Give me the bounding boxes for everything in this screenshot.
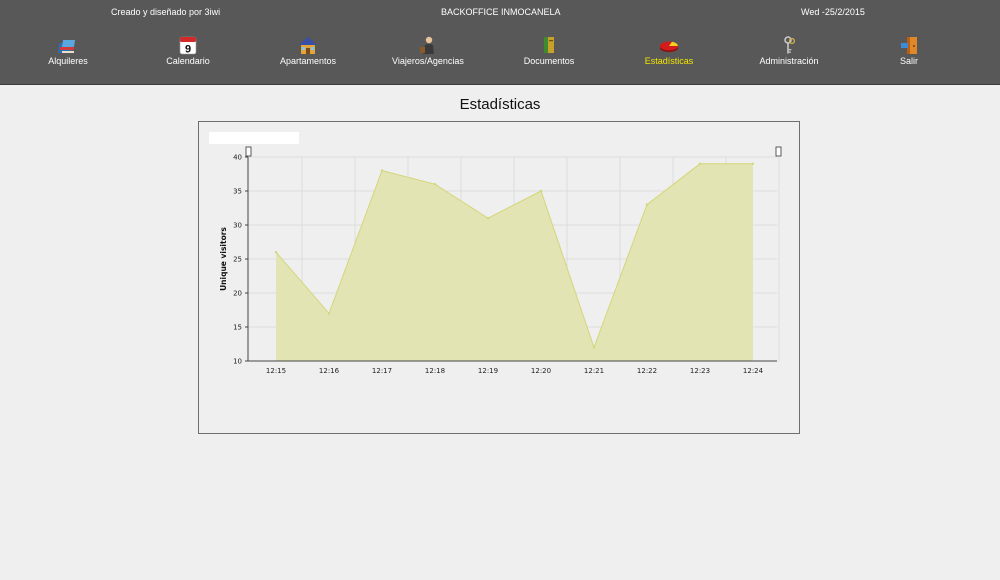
- nav-item-estadisticas[interactable]: Estadísticas: [609, 35, 729, 66]
- nav-label: Alquileres: [48, 56, 88, 66]
- data-point: [274, 251, 278, 254]
- calendar-day: 9: [185, 44, 191, 56]
- nav-label: Calendario: [166, 56, 210, 66]
- top-bar: Creado y diseñado por 3iwi BACKOFFICE IN…: [0, 0, 1000, 85]
- x-tick-label: 12:17: [372, 367, 392, 375]
- nav-label: Estadísticas: [644, 56, 694, 66]
- data-point: [433, 183, 437, 186]
- zoom-handle-left[interactable]: [245, 146, 252, 157]
- y-tick-label: 35: [233, 188, 242, 196]
- data-point: [486, 217, 490, 220]
- nav-item-calendario[interactable]: 9 Calendario: [128, 35, 248, 66]
- data-point: [380, 169, 384, 172]
- calendar-icon: 9: [179, 36, 197, 56]
- app-title: BACKOFFICE INMOCANELA: [441, 7, 561, 17]
- nav-label: Viajeros/Agencias: [392, 56, 464, 66]
- nav-item-apartamentos[interactable]: Apartamentos: [248, 35, 368, 66]
- page-title: Estadísticas: [459, 96, 541, 113]
- nav-item-alquileres[interactable]: Alquileres: [8, 35, 128, 66]
- y-axis-label: Unique visitors: [219, 227, 228, 291]
- nav-item-salir[interactable]: Salir: [849, 35, 969, 66]
- nav-item-administracion[interactable]: Administración: [729, 35, 849, 66]
- x-tick-label: 12:19: [478, 367, 498, 375]
- traveler-icon: [420, 36, 434, 54]
- document-icon: [544, 37, 554, 53]
- keys-icon: [784, 36, 796, 54]
- y-tick-label: 10: [233, 358, 242, 366]
- x-tick-label: 12:20: [531, 367, 551, 375]
- y-tick-label: 40: [233, 154, 242, 162]
- nav-label: Administración: [759, 56, 819, 66]
- data-point: [539, 189, 543, 193]
- books-icon: [57, 40, 76, 53]
- nav-item-viajeros-agencias[interactable]: Viajeros/Agencias: [368, 35, 488, 66]
- nav-label: Apartamentos: [279, 56, 337, 66]
- x-tick-label: 12:23: [690, 367, 710, 375]
- nav-label: Documentos: [523, 56, 575, 66]
- chart-panel: 10 15 20 25 30 35 40 12:15 12:16 12:17 12:18 12:19 1…: [198, 121, 800, 434]
- y-tick-label: 20: [233, 290, 242, 298]
- data-point: [698, 162, 702, 165]
- data-point: [751, 162, 755, 165]
- exit-door-icon: [901, 37, 917, 54]
- nav-item-documentos[interactable]: Documentos: [489, 35, 609, 66]
- y-tick-label: 25: [233, 256, 242, 264]
- x-tick-label: 12:15: [266, 367, 286, 375]
- data-point: [645, 203, 649, 206]
- x-tick-label: 12:16: [319, 367, 340, 375]
- credit-text: Creado y diseñado por 3iwi: [111, 7, 221, 17]
- y-tick-label: 15: [233, 324, 242, 332]
- area-chart: 10 15 20 25 30 35 40 12:15 12:16 12:17 12:18 12:19 1…: [219, 146, 782, 375]
- x-tick-label: 12:18: [425, 367, 445, 375]
- date-text: Wed -25/2/2015: [801, 7, 865, 17]
- y-tick-label: 30: [233, 222, 242, 230]
- x-tick-label: 12:21: [584, 367, 604, 375]
- x-tick-label: 12:24: [743, 367, 764, 375]
- house-icon: [299, 37, 317, 54]
- data-point: [592, 346, 596, 349]
- x-tick-label: 12:22: [637, 367, 657, 375]
- main-nav: Alquileres 9 Calendario Apartamentos Via…: [0, 35, 1000, 75]
- nav-label: Salir: [899, 56, 918, 66]
- data-point: [327, 312, 331, 315]
- pie-chart-icon: [660, 41, 678, 52]
- zoom-handle-right[interactable]: [775, 146, 782, 157]
